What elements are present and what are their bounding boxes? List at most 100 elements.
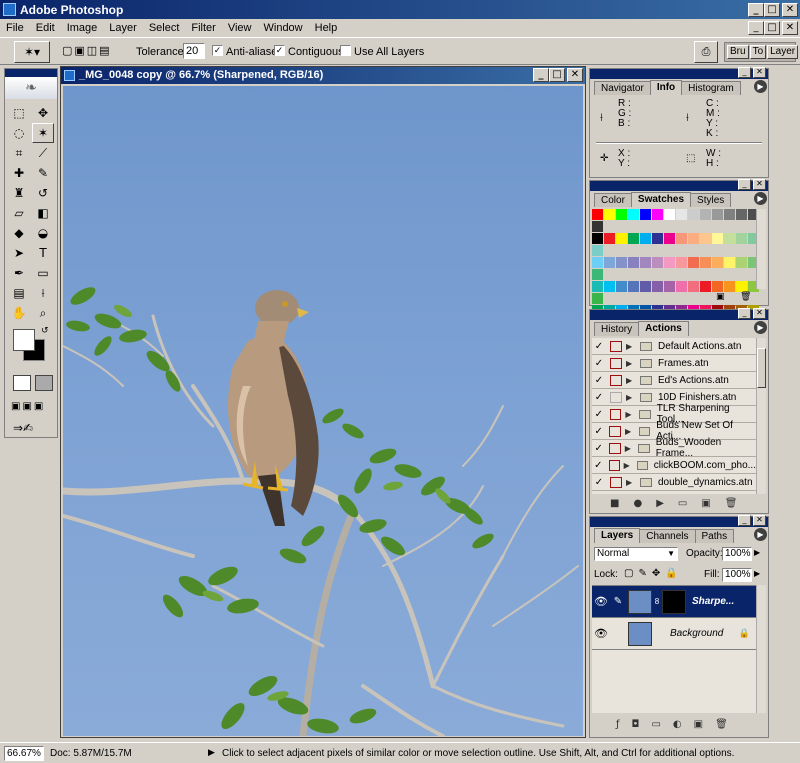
color-swatch[interactable] [628,233,639,244]
expand-triangle-icon[interactable]: ▶ [624,461,633,470]
action-check-icon[interactable]: ✓ [592,443,605,454]
standard-mode-icon[interactable] [13,375,31,391]
color-swatch[interactable] [652,257,663,268]
color-swatch[interactable] [652,233,663,244]
action-set-row[interactable]: ✓ ▶ Default Actions.atn [592,338,756,355]
eye-icon[interactable]: 👁 [592,627,610,640]
color-swatch[interactable] [616,233,627,244]
menu-edit[interactable]: Edit [30,19,61,37]
color-swatch[interactable] [688,233,699,244]
color-swatch[interactable] [628,281,639,292]
document-close-button[interactable]: ✕ [567,68,583,82]
new-swatch-icon[interactable]: ▣ [716,292,725,302]
document-maximize-button[interactable]: □ [549,68,565,82]
swatches-close-button[interactable]: ✕ [753,179,766,190]
layers-menu-icon[interactable]: ▶ [754,528,767,541]
canvas[interactable] [63,86,583,736]
color-swatch[interactable] [640,281,651,292]
new-layer-icon[interactable]: ▣ [694,719,715,730]
tab-styles[interactable]: Styles [690,193,732,207]
action-dialog-toggle-icon[interactable] [609,442,621,454]
brush-tool-icon[interactable]: ✎ [32,163,54,183]
layers-close-button[interactable]: ✕ [753,515,766,526]
color-swatch[interactable] [604,209,615,220]
color-swatch[interactable] [592,269,603,280]
tab-navigator[interactable]: Navigator [594,81,651,95]
color-swatch[interactable] [700,233,711,244]
color-swatch[interactable] [688,209,699,220]
menu-file[interactable]: File [0,19,30,37]
menu-view[interactable]: View [222,19,258,37]
delete-swatch-icon[interactable]: 🗑 [740,292,751,302]
color-swatch[interactable] [592,257,603,268]
color-swatch[interactable] [688,257,699,268]
expand-triangle-icon[interactable]: ▶ [625,444,635,453]
color-swatch[interactable] [664,233,675,244]
layer-style-icon[interactable]: ƒ [616,719,632,730]
action-check-icon[interactable]: ✓ [592,477,606,488]
color-swatch[interactable] [736,209,747,220]
actions-close-button[interactable]: ✕ [753,308,766,319]
color-swatch[interactable] [712,233,723,244]
zoom-tool-icon[interactable]: ⌕ [32,303,54,323]
fill-input[interactable]: 100% [722,568,752,582]
eye-icon[interactable]: 👁 [592,595,610,608]
contiguous-checkbox[interactable]: ✓ [274,45,285,56]
action-check-icon[interactable]: ✓ [592,409,606,420]
expand-triangle-icon[interactable]: ▶ [626,376,636,385]
swap-colors-icon[interactable]: ↺ [41,326,49,336]
tab-paths[interactable]: Paths [694,529,735,543]
layers-minimize-button[interactable]: _ [738,515,751,526]
type-tool-icon[interactable]: T [32,243,54,263]
expand-triangle-icon[interactable]: ▶ [626,393,636,402]
anti-aliased-checkbox[interactable]: ✓ [212,45,223,56]
chevron-down-icon[interactable]: ▼ [667,548,675,560]
swatches-menu-icon[interactable]: ▶ [754,192,767,205]
action-dialog-toggle-icon[interactable] [610,357,622,369]
tab-layers[interactable]: Layers [594,528,641,543]
color-swatch[interactable] [664,209,675,220]
eyedropper-tool-icon[interactable]: ⟊ [32,283,54,303]
delete-layer-icon[interactable]: 🗑 [715,719,740,730]
dodge-tool-icon[interactable]: ◒ [32,223,54,243]
color-swatch[interactable] [724,209,735,220]
clone-stamp-icon[interactable]: ♜ [8,183,30,203]
opacity-slider-icon[interactable]: ▶ [754,548,760,557]
action-dialog-toggle-icon[interactable] [610,476,622,488]
action-check-icon[interactable]: ✓ [592,358,606,369]
color-swatch[interactable] [604,257,615,268]
menu-help[interactable]: Help [309,19,344,37]
tab-history[interactable]: History [594,322,640,336]
tab-color[interactable]: Color [594,193,632,207]
doc-close-button[interactable]: ✕ [782,21,798,35]
menu-window[interactable]: Window [258,19,309,37]
color-swatch[interactable] [652,281,663,292]
action-check-icon[interactable]: ✓ [592,392,606,403]
well-tab-layer[interactable]: Layer [767,45,799,59]
color-swatch[interactable] [676,257,687,268]
color-swatch[interactable] [736,281,747,292]
notes-tool-icon[interactable]: ▤ [8,283,30,303]
foreground-color-swatch[interactable] [13,329,35,351]
tab-swatches[interactable]: Swatches [630,192,692,207]
menu-filter[interactable]: Filter [185,19,221,37]
mask-link-icon[interactable]: 8 [652,597,662,606]
color-swatch[interactable] [592,221,603,232]
action-dialog-toggle-icon[interactable] [610,374,622,386]
color-swatch[interactable] [592,245,603,256]
layer-row-sharpened[interactable]: 👁 ✎ 8 Sharpe... [592,586,756,618]
color-swatch[interactable] [616,257,627,268]
jump-to-imageready-icon[interactable]: ⇒✍ [13,421,33,435]
well-tab-tools[interactable]: To [749,45,767,59]
swatches-minimize-button[interactable]: _ [738,179,751,190]
menu-select[interactable]: Select [143,19,186,37]
tab-actions[interactable]: Actions [638,321,689,336]
color-swatch[interactable] [700,281,711,292]
delete-action-icon[interactable]: 🗑 [725,498,752,509]
swatch-grid[interactable] [592,209,762,400]
well-tab-brushes[interactable]: Bru [727,45,749,59]
color-swatch[interactable] [724,233,735,244]
marquee-tool-icon[interactable]: ⬚ [8,103,30,123]
layers-scrollbar[interactable] [756,585,766,713]
color-swatch[interactable] [604,233,615,244]
